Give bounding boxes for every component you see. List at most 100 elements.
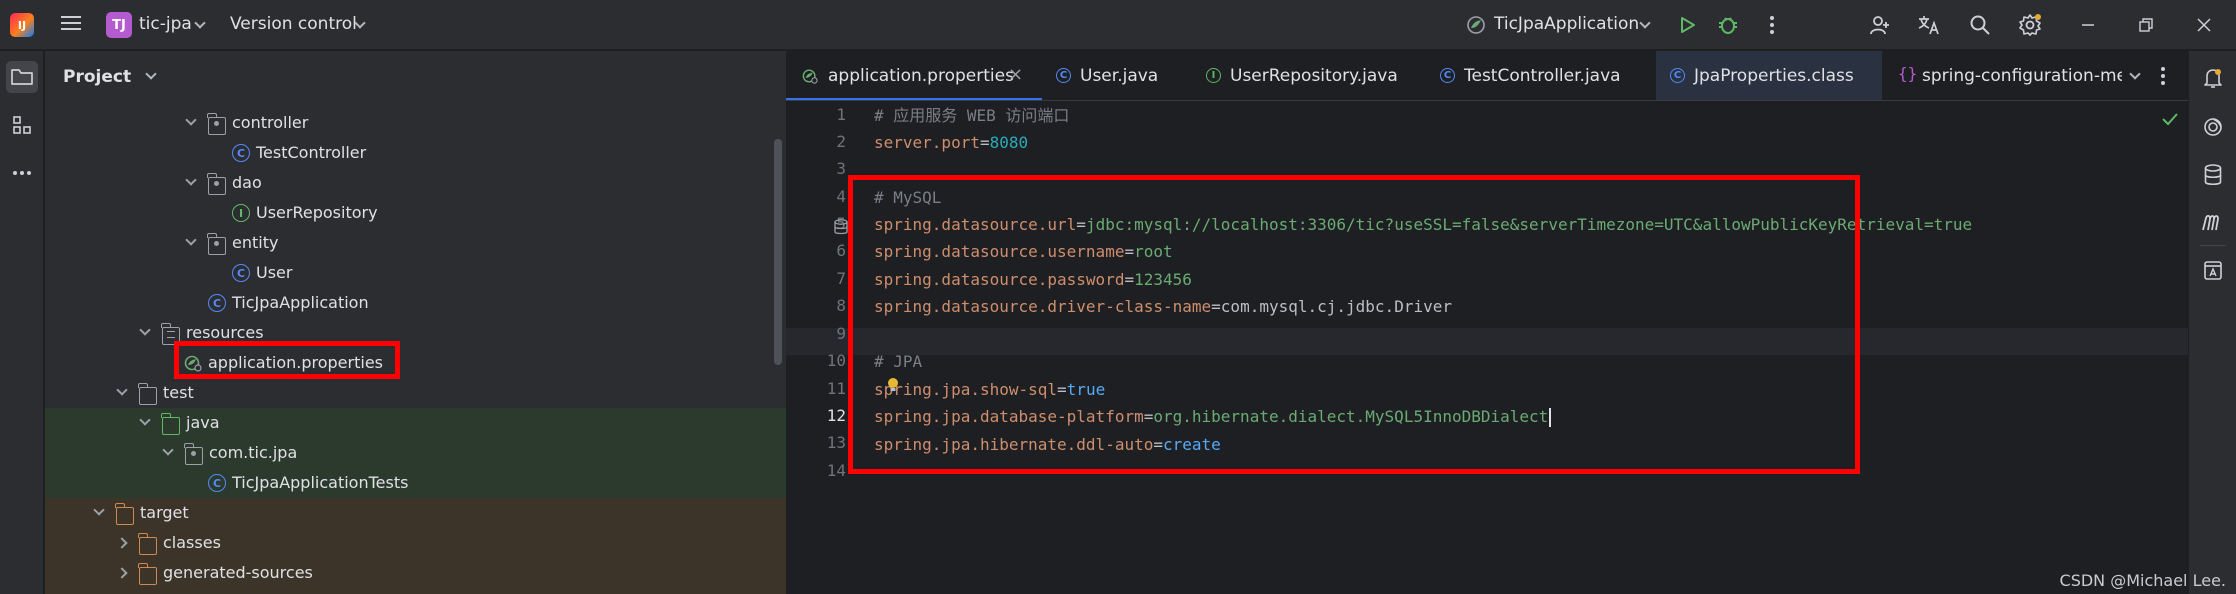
tab-label: TestController.java [1464,66,1621,86]
add-user-icon[interactable] [1868,13,1892,37]
main-menu-icon[interactable] [58,12,84,38]
tree-item-label: target [140,503,189,522]
maven-icon[interactable] [2200,209,2226,235]
notifications-bell-icon[interactable] [2200,65,2226,91]
class-icon: C [1056,68,1071,83]
tree-item-java[interactable]: java [45,408,786,438]
search-icon[interactable] [1968,13,1992,37]
package-folder-icon [207,113,226,135]
tab-label: spring-configuration-me [1922,66,2122,86]
translate-icon[interactable] [1917,13,1941,37]
tabs-overflow-chevron-down-icon[interactable] [2129,68,2141,80]
tree-item-ticjpaapplicationtests[interactable]: C TicJpaApplicationTests [45,468,786,498]
restore-icon[interactable] [2134,13,2158,37]
more-tools-icon[interactable] [6,157,38,189]
strip-divider [2200,245,2226,246]
tree-item-label: TestController [256,143,367,162]
tree-item-generated-sources[interactable]: generated-sources [45,558,786,588]
annotation-highlight-config [848,175,1860,474]
equals-sign: = [979,133,990,152]
tabs-more-icon[interactable] [2160,66,2166,90]
translation-panel-icon[interactable] [2200,257,2226,283]
tree-item-user[interactable]: C User [45,258,786,288]
tree-item-label: UserRepository [256,203,378,222]
excluded-folder-icon [138,563,157,585]
tree-item-label: resources [186,323,264,342]
expand-arrow-icon[interactable] [185,234,197,246]
project-name[interactable]: tic-jpa [139,14,192,34]
spring-properties-icon [802,68,818,84]
structure-tool-icon[interactable] [6,109,38,141]
test-source-folder-icon [161,413,180,435]
tree-item-testcontroller[interactable]: C TestController [45,138,786,168]
database-icon[interactable] [2200,162,2226,188]
code-line-2: server.port=8080 [874,129,1028,156]
project-tool-folder-icon[interactable] [6,61,38,93]
tree-item-controller[interactable]: controller [45,108,786,138]
tree-item-label: com.tic.jpa [209,443,298,462]
tab-application-properties[interactable]: application.properties × [786,51,1042,100]
no-problems-check-icon[interactable] [2162,111,2178,130]
excluded-folder-icon [115,503,134,525]
property-value: 8080 [989,133,1029,152]
tree-item-classes[interactable]: classes [45,528,786,558]
editor-tab-bar: application.properties × C User.java I U… [786,51,2188,101]
tree-item-userrepository[interactable]: I UserRepository [45,198,786,228]
collapse-arrow-icon[interactable] [116,537,128,549]
watermark: CSDN @Michael Lee. [2059,571,2226,590]
title-bar: IJ TJ tic-jpa Version control TicJpaAppl… [0,0,2236,50]
expand-arrow-icon[interactable] [93,504,105,516]
tree-item-label: controller [232,113,309,132]
project-chevron-down-icon[interactable] [194,17,206,29]
collapse-arrow-icon[interactable] [116,567,128,579]
tree-item-label: java [186,413,220,432]
minimize-icon[interactable] [2076,13,2100,37]
more-actions-icon[interactable] [1760,13,1784,37]
tab-spring-configuration-metadata[interactable]: {} spring-configuration-me [1882,51,2122,100]
debug-icon[interactable] [1716,13,1740,37]
expand-arrow-icon[interactable] [139,324,151,336]
ai-assistant-icon[interactable] [2200,114,2226,140]
tree-item-label: generated-sources [163,563,313,582]
project-panel-title[interactable]: Project [63,67,157,87]
run-config-selector[interactable]: TicJpaApplication [1494,14,1639,34]
expand-arrow-icon[interactable] [162,444,174,456]
intellij-logo-icon[interactable]: IJ [10,13,34,37]
tree-item-entity[interactable]: entity [45,228,786,258]
tree-item-resources[interactable]: resources [45,318,786,348]
tab-label: JpaProperties.class [1694,66,1854,86]
tab-close-icon[interactable]: × [1008,64,1023,85]
tree-item-com-tic-jpa[interactable]: com.tic.jpa [45,438,786,468]
tab-userrepository-java[interactable]: I UserRepository.java [1192,51,1426,100]
project-view-chevron-down-icon[interactable] [145,68,157,80]
interface-icon: I [232,204,250,222]
annotation-highlight-file [174,341,400,379]
close-window-icon[interactable] [2192,13,2216,37]
class-icon: C [1440,68,1455,83]
settings-gear-icon[interactable] [2018,13,2042,37]
expand-arrow-icon[interactable] [185,114,197,126]
project-badge[interactable]: TJ [106,12,132,38]
tab-testcontroller-java[interactable]: C TestController.java [1426,51,1656,100]
spring-boot-run-config-icon[interactable] [1464,13,1488,37]
expand-arrow-icon[interactable] [116,384,128,396]
vcs-menu[interactable]: Version control [230,14,357,34]
tree-item-application-properties[interactable]: application.properties [45,348,786,378]
folder-icon [138,383,157,405]
tab-jpaproperties-class[interactable]: C JpaProperties.class [1656,51,1882,100]
editor-area: application.properties × C User.java I U… [786,51,2188,594]
tree-item-ticjpaapplication[interactable]: C TicJpaApplication [45,288,786,318]
code-line-1: # 应用服务 WEB 访问端口 [874,106,1070,125]
expand-arrow-icon[interactable] [139,414,151,426]
tree-item-target[interactable]: target [45,498,786,528]
tab-user-java[interactable]: C User.java [1042,51,1192,100]
tab-label: User.java [1080,66,1159,86]
tree-item-test[interactable]: test [45,378,786,408]
run-icon[interactable] [1675,13,1699,37]
expand-arrow-icon[interactable] [185,174,197,186]
run-config-chevron-down-icon[interactable] [1639,17,1651,29]
tree-item-dao[interactable]: dao [45,168,786,198]
tree-item-label: entity [232,233,279,252]
tree-item-label: dao [232,173,262,192]
project-panel-scrollbar[interactable] [774,139,782,365]
